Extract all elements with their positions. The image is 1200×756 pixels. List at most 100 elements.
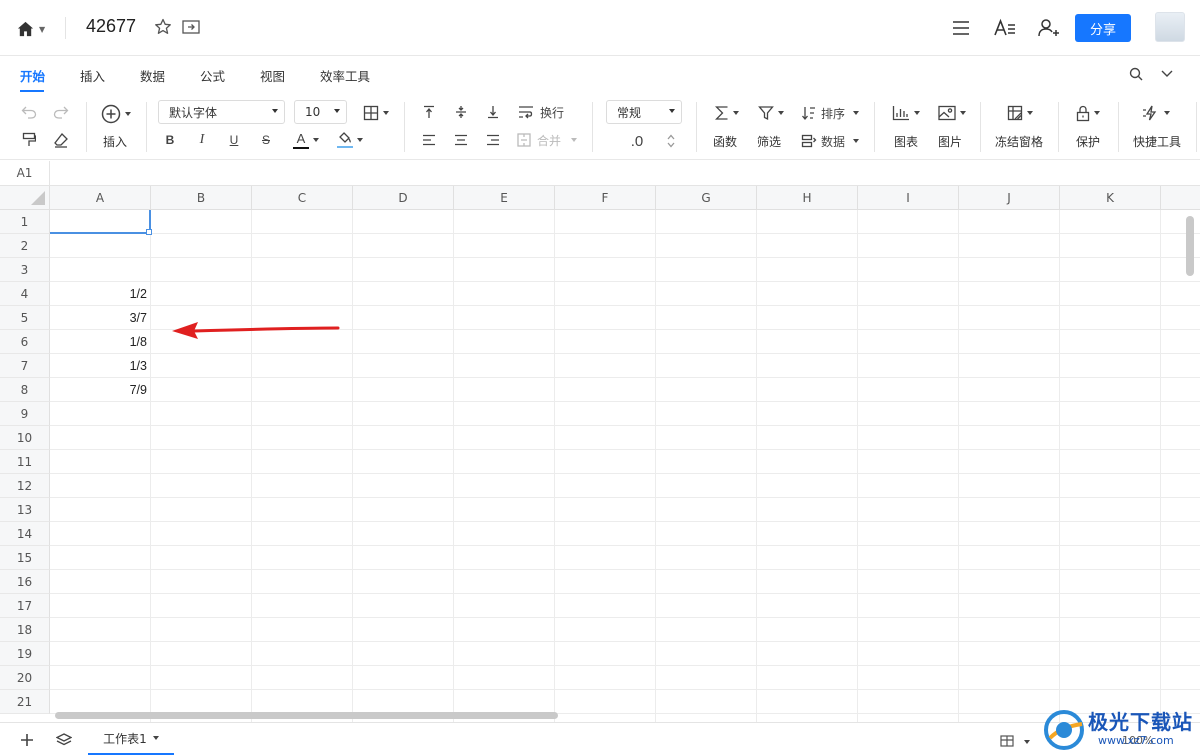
row-header-16[interactable]: 16 [0,570,50,594]
column-header-i[interactable]: I [858,186,959,210]
wrap-text-button[interactable]: 换行 [514,102,568,122]
align-left-icon[interactable] [418,130,440,150]
row-header-21[interactable]: 21 [0,690,50,714]
number-format-select[interactable]: 常规 [606,100,682,124]
menu-icon[interactable] [948,14,974,42]
column-header-e[interactable]: E [454,186,555,210]
align-middle-icon[interactable] [450,102,472,122]
chart-dropdown[interactable] [888,102,924,124]
column-header-d[interactable]: D [353,186,454,210]
align-bottom-icon[interactable] [482,102,504,122]
column-header-k[interactable]: K [1060,186,1161,210]
chevron-down-icon[interactable] [667,142,675,148]
search-icon[interactable] [1129,67,1143,81]
tab-data[interactable]: 数据 [140,66,165,85]
share-button[interactable]: 分享 [1075,14,1131,42]
select-all-corner[interactable] [0,186,50,210]
star-icon[interactable] [153,17,173,37]
vertical-scrollbar[interactable] [1186,216,1194,276]
cell-a5[interactable]: 3/7 [50,306,151,330]
column-header-a[interactable]: A [50,186,151,210]
row-header-3[interactable]: 3 [0,258,50,282]
function-dropdown[interactable] [710,102,744,124]
tab-insert[interactable]: 插入 [80,66,105,85]
cell-a4[interactable]: 1/2 [50,282,151,306]
text-format-icon[interactable] [992,14,1018,42]
sheet-list-icon[interactable] [56,733,72,747]
row-header-11[interactable]: 11 [0,450,50,474]
align-right-icon[interactable] [482,130,504,150]
protect-dropdown[interactable] [1070,102,1106,124]
row-header-12[interactable]: 12 [0,474,50,498]
row-header-5[interactable]: 5 [0,306,50,330]
format-painter-icon[interactable] [18,130,40,150]
row-header-9[interactable]: 9 [0,402,50,426]
add-sheet-icon[interactable] [20,733,34,747]
spreadsheet-grid[interactable]: ABCDEFGHIJK 1 2 3 4 5 6 7 8 9 10 11 12 13 14 15 16 17 18 1… [0,186,1200,722]
align-top-icon[interactable] [418,102,440,122]
add-collaborator-icon[interactable] [1036,14,1062,42]
column-header-f[interactable]: F [555,186,656,210]
quick-tools-dropdown[interactable] [1138,102,1174,124]
image-dropdown[interactable] [934,102,970,124]
row-header-18[interactable]: 18 [0,618,50,642]
column-header-c[interactable]: C [252,186,353,210]
row-header-10[interactable]: 10 [0,426,50,450]
column-header-b[interactable]: B [151,186,252,210]
merge-cells-dropdown[interactable]: 合并 [514,130,580,150]
filter-dropdown[interactable] [754,102,788,124]
cell-a6[interactable]: 1/8 [50,330,151,354]
border-dropdown[interactable] [358,102,394,124]
fill-color-dropdown[interactable] [332,128,368,152]
tab-home[interactable]: 开始 [20,66,45,85]
row-header-7[interactable]: 7 [0,354,50,378]
row-header-17[interactable]: 17 [0,594,50,618]
column-header-h[interactable]: H [757,186,858,210]
avatar[interactable] [1155,12,1185,42]
row-header-15[interactable]: 15 [0,546,50,570]
decimal-stepper[interactable] [664,130,678,152]
strikethrough-button[interactable]: S [256,130,276,150]
font-family-select[interactable]: 默认字体 [158,100,285,124]
align-center-icon[interactable] [450,130,472,150]
row-header-19[interactable]: 19 [0,642,50,666]
freeze-panes-dropdown[interactable] [1002,102,1038,124]
row-header-4[interactable]: 4 [0,282,50,306]
cell-a8[interactable]: 7/9 [50,378,151,402]
insert-dropdown[interactable] [98,102,134,126]
fill-handle[interactable] [146,229,152,235]
view-mode-icon[interactable] [1000,735,1014,747]
tab-efficiency-tools[interactable]: 效率工具 [320,66,370,85]
sheet-tab[interactable]: 工作表1 [88,723,174,755]
column-header-g[interactable]: G [656,186,757,210]
horizontal-scrollbar[interactable] [55,712,558,719]
row-header-20[interactable]: 20 [0,666,50,690]
underline-button[interactable]: U [224,130,244,150]
tab-view[interactable]: 视图 [260,66,285,85]
home-menu[interactable]: ▼ [16,18,52,40]
move-to-folder-icon[interactable] [182,19,200,35]
row-header-8[interactable]: 8 [0,378,50,402]
eraser-icon[interactable] [50,130,72,150]
data-dropdown[interactable]: 数据 [798,130,862,152]
sort-dropdown[interactable]: 排序 [798,102,862,124]
row-header-6[interactable]: 6 [0,330,50,354]
cell-a7[interactable]: 1/3 [50,354,151,378]
chevron-up-icon[interactable] [667,134,675,140]
row-header-14[interactable]: 14 [0,522,50,546]
row-header-1[interactable]: 1 [0,210,50,234]
font-color-dropdown[interactable]: A [288,128,324,152]
chevron-down-icon[interactable] [152,736,159,740]
undo-icon[interactable] [18,102,40,122]
chevron-down-icon[interactable] [1024,740,1030,744]
row-header-13[interactable]: 13 [0,498,50,522]
document-title[interactable]: 42677 [86,16,136,37]
italic-button[interactable]: I [192,130,212,150]
redo-icon[interactable] [50,102,72,122]
row-header-2[interactable]: 2 [0,234,50,258]
collapse-ribbon-icon[interactable] [1161,69,1173,79]
column-header-j[interactable]: J [959,186,1060,210]
font-size-select[interactable]: 10 [294,100,347,124]
cell-reference[interactable]: A1 [0,161,50,185]
tab-formula[interactable]: 公式 [200,66,225,85]
